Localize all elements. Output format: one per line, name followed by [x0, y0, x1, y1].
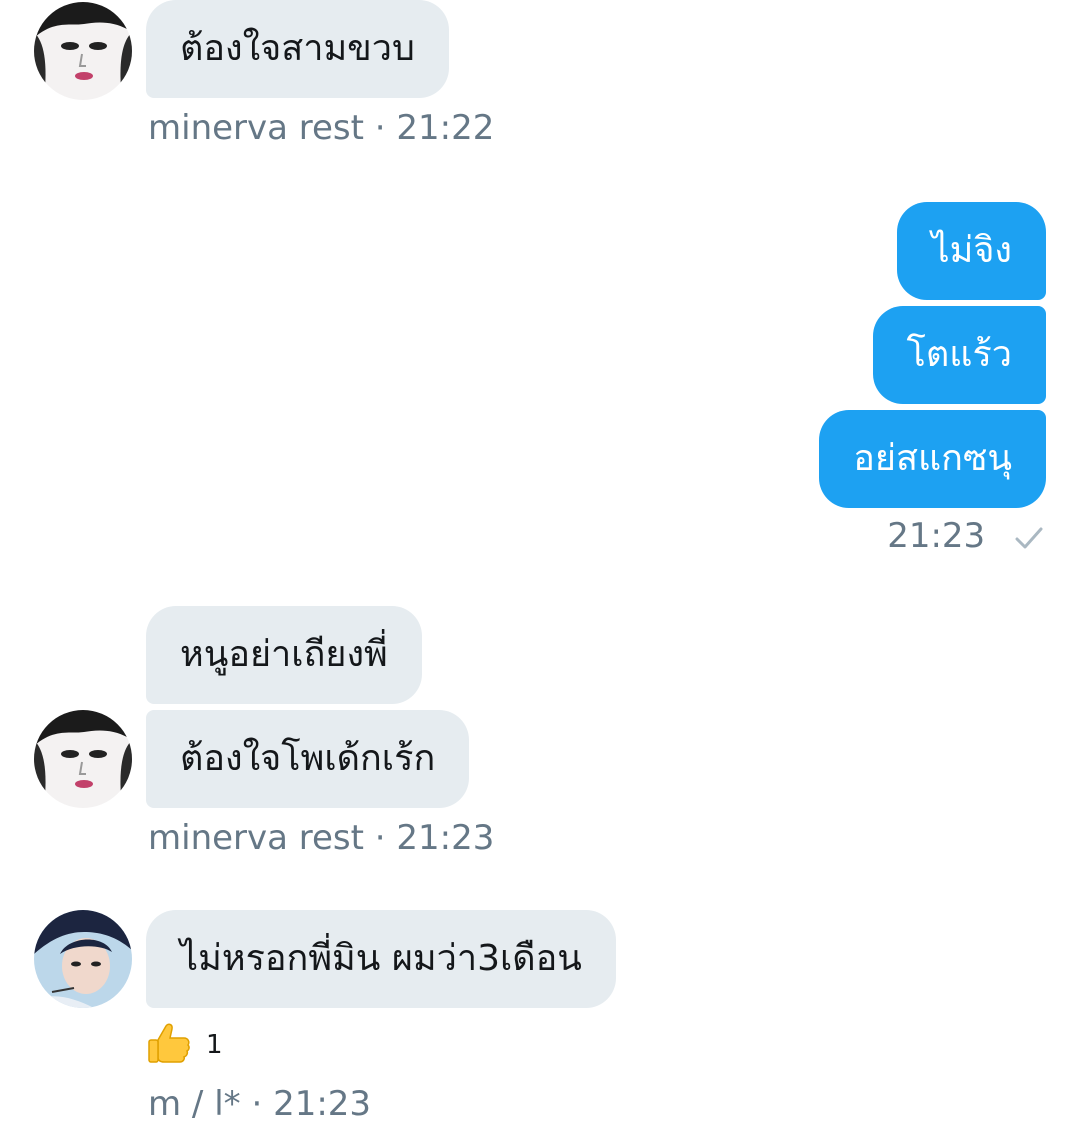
- message-text: หนูอย่าเถียงพี่: [180, 634, 388, 675]
- message-time: 21:23: [396, 818, 495, 858]
- message-meta: minerva rest · 21:22: [148, 108, 494, 148]
- sender-name[interactable]: minerva rest: [148, 818, 364, 858]
- sender-avatar[interactable]: [34, 910, 132, 1008]
- meta-separator: ·: [374, 818, 397, 858]
- avatar-image: [34, 910, 132, 1008]
- message-time: 21:23: [273, 1084, 372, 1124]
- avatar-image: [34, 2, 132, 100]
- message-meta: m / l* · 21:23: [148, 1084, 371, 1124]
- meta-separator: ·: [374, 108, 397, 148]
- thumbs-up-icon: [146, 1020, 192, 1070]
- message-time: 21:23: [887, 516, 986, 556]
- message-bubble-incoming[interactable]: ไม่หรอกพี่มิน ผมว่า3เดือน: [146, 910, 616, 1008]
- message-text: อย่สแกซนุ: [853, 438, 1012, 479]
- message-bubble-outgoing[interactable]: อย่สแกซนุ: [819, 410, 1046, 508]
- sender-avatar[interactable]: [34, 710, 132, 808]
- message-time: 21:22: [396, 108, 495, 148]
- message-bubble-incoming[interactable]: หนูอย่าเถียงพี่: [146, 606, 422, 704]
- reaction-count: 1: [206, 1030, 223, 1060]
- meta-separator: ·: [251, 1084, 274, 1124]
- message-bubble-outgoing[interactable]: โตแร้ว: [872, 306, 1046, 404]
- message-text: โตแร้ว: [906, 334, 1012, 375]
- message-meta: minerva rest · 21:23: [148, 818, 494, 858]
- message-bubble-outgoing[interactable]: ไม่จิง: [897, 202, 1046, 300]
- message-bubble-incoming[interactable]: ต้องใจโพเด้กเร้ก: [146, 710, 470, 808]
- checkmark-icon: [1014, 522, 1044, 562]
- chat-thread: ต้องใจสามขวบ minerva rest · 21:22 ไม่จิง…: [0, 0, 1068, 1138]
- avatar-image: [34, 710, 132, 808]
- sender-name[interactable]: m / l*: [148, 1084, 241, 1124]
- message-text: ต้องใจโพเด้กเร้ก: [180, 738, 436, 779]
- sender-avatar[interactable]: [34, 2, 132, 100]
- message-text: ไม่หรอกพี่มิน ผมว่า3เดือน: [180, 938, 582, 979]
- sender-name[interactable]: minerva rest: [148, 108, 364, 148]
- message-meta: 21:23: [887, 516, 1044, 562]
- message-text: ไม่จิง: [931, 230, 1012, 271]
- message-text: ต้องใจสามขวบ: [180, 28, 415, 69]
- message-reaction[interactable]: 1: [146, 1020, 223, 1070]
- message-bubble-incoming[interactable]: ต้องใจสามขวบ: [146, 0, 449, 98]
